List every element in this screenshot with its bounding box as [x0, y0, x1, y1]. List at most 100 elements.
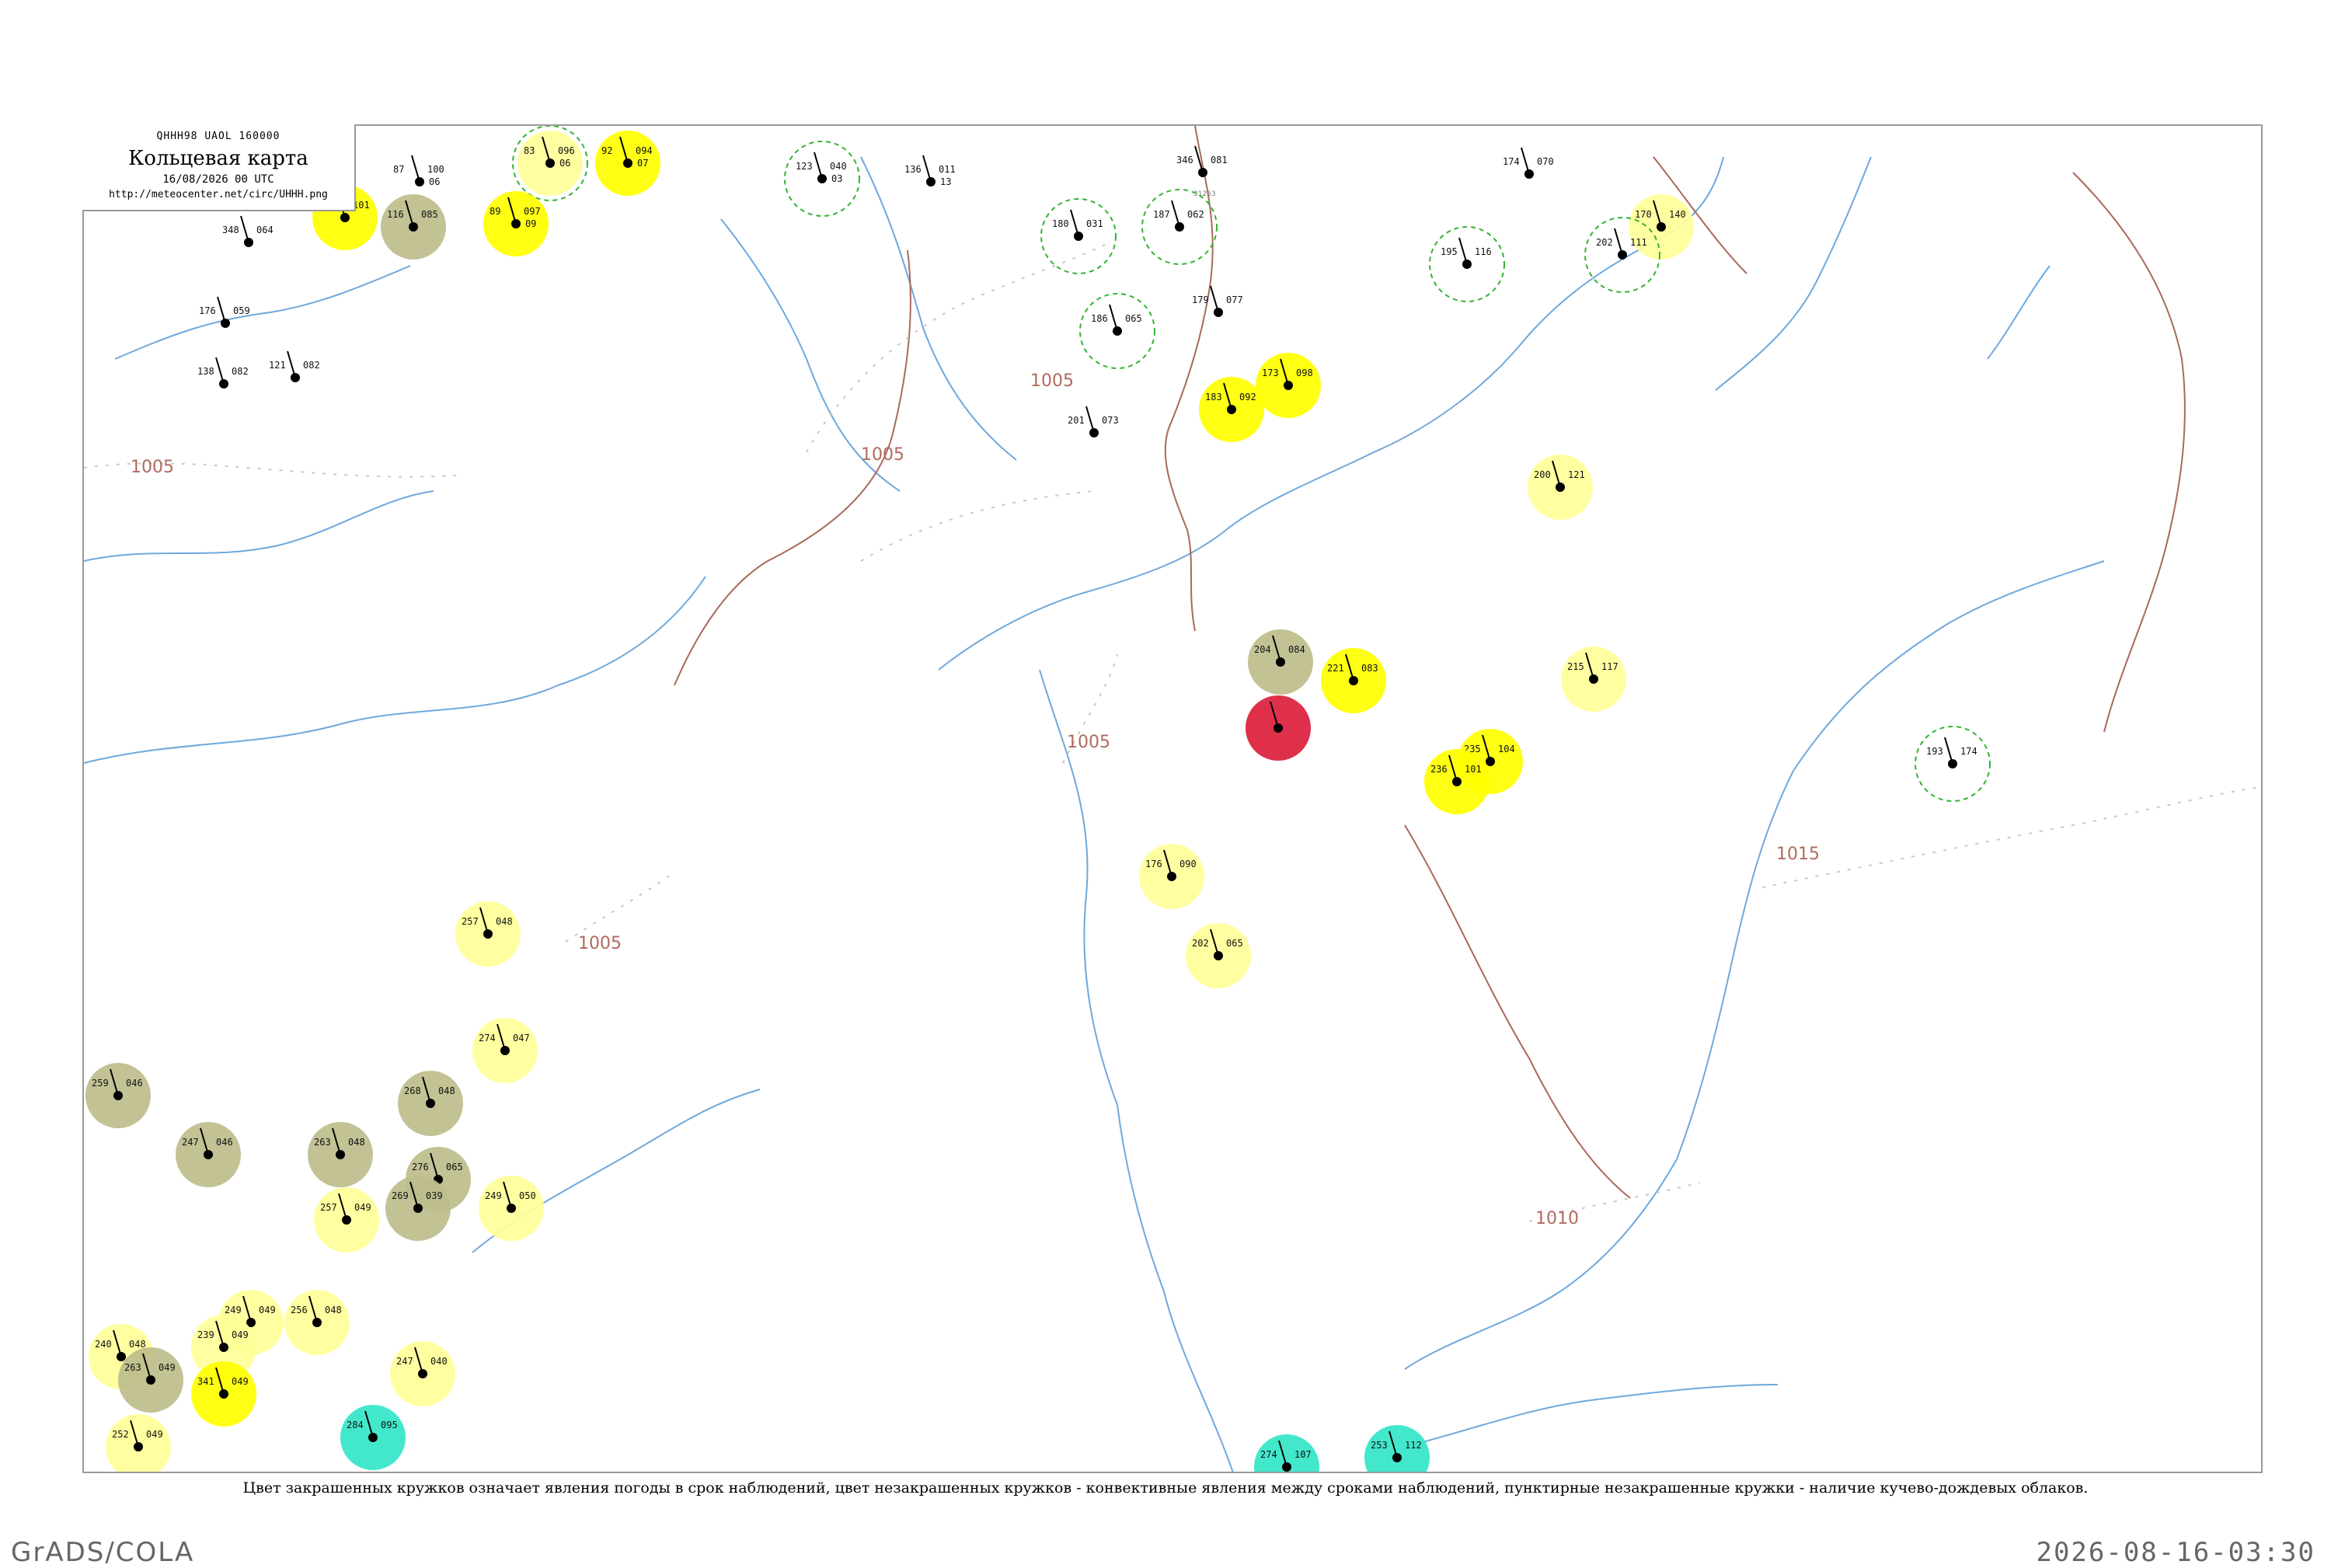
weather-station[interactable]: 116 195 — [1429, 226, 1505, 302]
station-temperature: 173 — [1262, 368, 1279, 378]
station-tendency: 06 — [429, 176, 440, 187]
weather-station[interactable]: 046 259 — [85, 1063, 151, 1128]
weather-station[interactable]: 112 253 — [1364, 1425, 1430, 1473]
station-temperature: 257 — [462, 916, 479, 927]
station-temperature: 204 — [1254, 644, 1271, 655]
station-temperature: 240 — [95, 1339, 112, 1350]
weather-station[interactable]: 090 176 — [1139, 844, 1204, 909]
weather-station[interactable]: 082 138 — [197, 357, 249, 389]
station-pressure: 046 — [126, 1078, 143, 1089]
weather-station[interactable]: 077 179 — [1192, 285, 1243, 317]
wind-barb-icon — [1458, 237, 1468, 265]
weather-station[interactable]: 064 348 — [222, 215, 274, 247]
weather-station[interactable]: 117 215 — [1561, 646, 1626, 712]
station-temperature: 187 — [1153, 209, 1170, 220]
weather-station[interactable]: 107 274 — [1254, 1434, 1319, 1473]
weather-station[interactable]: 084 204 — [1248, 629, 1313, 695]
station-temperature: 138 — [197, 366, 214, 377]
rivers-layer — [84, 156, 2105, 1472]
station-temperature: 121 — [269, 360, 286, 371]
station-temperature: 183 — [1205, 392, 1222, 402]
wind-barb-icon — [1171, 200, 1180, 228]
weather-station[interactable]: 04003 123 — [784, 141, 860, 217]
weather-station[interactable]: 101 236 — [1424, 749, 1490, 814]
weather-station[interactable]: 050 249 — [479, 1176, 544, 1241]
station-temperature: 252 — [112, 1429, 129, 1440]
weather-station[interactable]: 01113 136 — [904, 155, 956, 187]
weather-station[interactable] — [1246, 695, 1311, 761]
weather-station[interactable]: 031 180 — [1040, 198, 1117, 274]
station-index: 31253 — [1193, 190, 1216, 198]
weather-station[interactable]: 082 121 — [269, 350, 320, 382]
weather-station[interactable]: 092 183 — [1199, 377, 1264, 442]
station-pressure: 048 — [496, 916, 513, 927]
border-line — [2072, 172, 2186, 733]
station-temperature: 202 — [1192, 938, 1209, 949]
weather-station[interactable]: 085 116 — [381, 194, 446, 260]
station-temperature: 263 — [124, 1362, 141, 1373]
weather-station[interactable]: 048 263 — [308, 1122, 373, 1187]
wind-barb-icon — [1210, 285, 1219, 313]
river-line — [1404, 1159, 1678, 1370]
footer-timestamp: 2026-08-16-03:30 — [2036, 1537, 2315, 1568]
weather-station[interactable]: 039 269 — [385, 1176, 451, 1241]
station-pressure: 065 — [446, 1162, 463, 1173]
weather-station[interactable]: 049 341 — [191, 1361, 256, 1427]
weather-station[interactable]: 121 200 — [1528, 455, 1593, 520]
station-pressure: 062 — [1187, 209, 1204, 220]
station-pressure: 049 — [259, 1305, 276, 1315]
station-pressure: 084 — [1288, 644, 1305, 655]
weather-station[interactable]: 070 174 — [1503, 147, 1554, 179]
weather-station[interactable]: 049 257 — [314, 1187, 379, 1253]
isobar-line — [860, 490, 1095, 562]
station-temperature: 268 — [404, 1085, 421, 1096]
station-pressure: 048 — [348, 1137, 365, 1148]
weather-station[interactable]: 048 257 — [455, 901, 521, 967]
weather-station[interactable]: 059 176 — [199, 296, 250, 328]
isobar-label: 1005 — [1067, 733, 1110, 752]
weather-station[interactable]: 065 186 — [1079, 293, 1155, 369]
station-temperature: 348 — [222, 225, 239, 235]
weather-station[interactable]: 095 284 — [340, 1405, 406, 1470]
border-line — [1404, 824, 1631, 1199]
map-datetime: 16/08/2026 00 UTC — [162, 173, 274, 186]
weather-station[interactable]: 094 07 92 — [595, 131, 660, 196]
weather-station[interactable]: 096 06 83 — [512, 126, 588, 201]
weather-station[interactable]: 049 252 — [106, 1414, 171, 1473]
station-pressure: 090 — [1179, 859, 1197, 869]
station-tendency: 06 — [559, 158, 570, 169]
weather-station[interactable]: 047 274 — [472, 1018, 538, 1083]
map-url[interactable]: http://meteocenter.net/circ/UHHH.png — [82, 189, 354, 200]
weather-station[interactable]: 09709 89 — [483, 191, 549, 256]
station-pressure: 064 — [256, 225, 274, 235]
weather-station[interactable]: 040 247 — [390, 1341, 455, 1406]
weather-station[interactable]: 083 221 — [1321, 648, 1386, 713]
river-line — [938, 529, 1227, 671]
station-pressure: 116 — [1475, 246, 1492, 257]
station-temperature: 92 — [601, 145, 612, 156]
weather-station[interactable]: 048 268 — [398, 1071, 463, 1136]
weather-station[interactable]: 049 263 — [118, 1347, 183, 1413]
weather-station[interactable]: 048 256 — [284, 1290, 350, 1355]
station-pressure: 100 — [427, 164, 444, 175]
river-line — [1987, 265, 2051, 360]
weather-station[interactable]: 098 173 — [1256, 353, 1321, 418]
weather-station[interactable]: 062 187 — [1141, 189, 1218, 265]
weather-station[interactable]: 174 193 — [1915, 726, 1991, 802]
map-canvas: 1005100510051005100510151010 10006870960… — [84, 126, 2261, 1473]
station-pressure: 050 — [519, 1190, 536, 1201]
station-pressure: 140 — [1669, 209, 1686, 220]
station-pressure: 101 — [1465, 764, 1482, 775]
station-temperature: 87 — [393, 164, 404, 175]
weather-station[interactable]: 065 202 — [1186, 923, 1251, 988]
station-temperature: 179 — [1192, 294, 1209, 305]
weather-station[interactable]: 10006 87 — [393, 155, 444, 187]
station-temperature: 174 — [1503, 156, 1520, 167]
station-temperature: 269 — [392, 1190, 409, 1201]
station-temperature: 186 — [1091, 313, 1108, 324]
weather-station[interactable]: 140 170 — [1629, 194, 1694, 260]
isobar-line — [806, 242, 1110, 453]
weather-station[interactable]: 046 247 — [176, 1122, 241, 1187]
weather-station[interactable]: 073 201 — [1068, 406, 1119, 437]
wind-barb-icon — [287, 350, 296, 378]
